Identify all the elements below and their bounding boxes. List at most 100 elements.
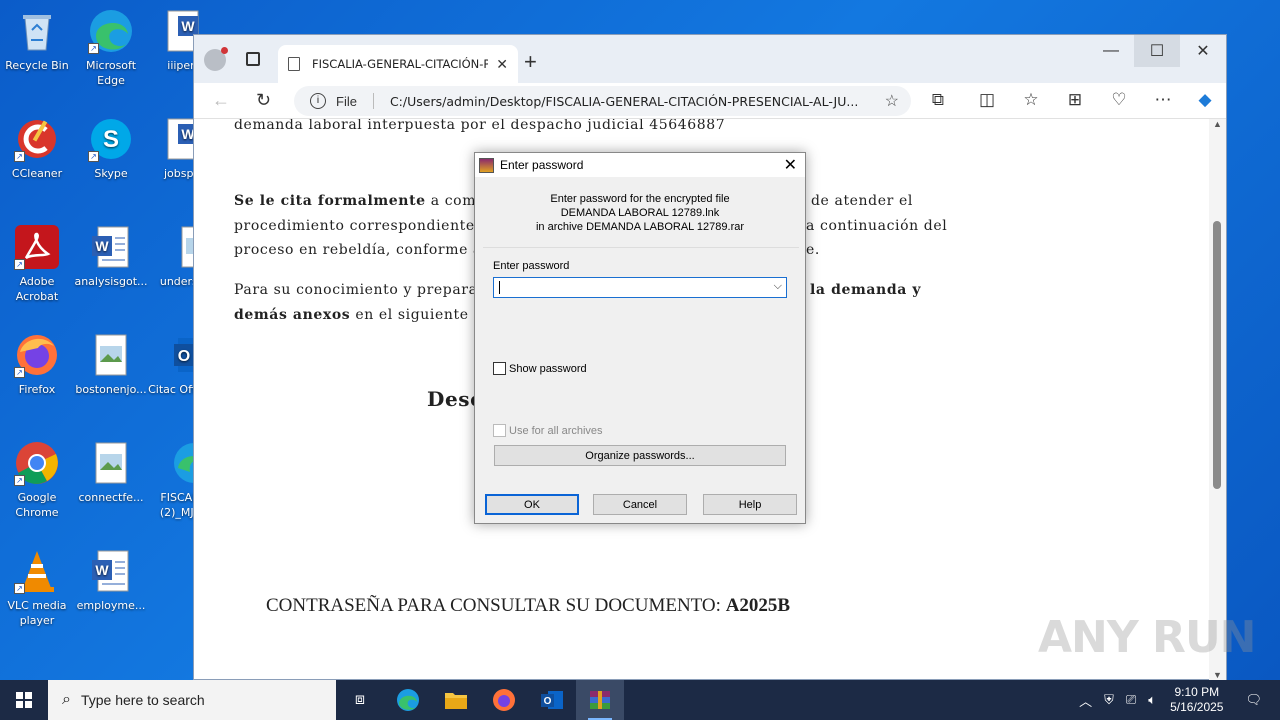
task-view-icon: ⧈	[354, 691, 366, 708]
more-menu-icon[interactable]: ⋯	[1152, 90, 1174, 110]
ok-button[interactable]: OK	[485, 494, 579, 515]
new-tab-plus-icon[interactable]: +	[524, 49, 537, 75]
network-icon[interactable]: ⎚	[1126, 692, 1136, 708]
extensions-icon[interactable]: ⧉	[927, 90, 949, 110]
shortcut-arrow-icon: ↗	[14, 583, 25, 594]
taskbar-edge[interactable]	[384, 680, 432, 720]
browser-essentials-icon[interactable]: ♡	[1108, 90, 1130, 110]
task-view-button[interactable]: ⧈	[336, 680, 384, 720]
taskbar-search-box[interactable]: ⌕ Type here to search	[48, 680, 336, 720]
doc-text: CONTRASEÑA PARA CONSULTAR SU DOCUMENTO:	[266, 595, 721, 616]
address-toolbar: ← ↻ i File C:/Users/admin/Desktop/FISCAL…	[194, 83, 1226, 119]
divider	[372, 93, 374, 109]
taskbar-file-explorer[interactable]	[432, 680, 480, 720]
notifications-icon[interactable]: 🗨︎	[1245, 692, 1262, 708]
minimize-button[interactable]: —	[1088, 35, 1134, 67]
desktop-icon-recycle-bin[interactable]: Recycle Bin	[0, 8, 74, 73]
vertical-scrollbar[interactable]: ▲ ▼	[1209, 119, 1226, 680]
password-group: Enter password ⌵ Show password Use for a…	[483, 247, 799, 480]
info-icon[interactable]: i	[310, 93, 326, 109]
show-password-checkbox[interactable]: Show password	[493, 362, 587, 375]
password-input[interactable]: ⌵	[493, 277, 787, 298]
profile-avatar-icon[interactable]	[204, 47, 228, 71]
desktop-icon-bostonenjo[interactable]: bostonenjo...	[74, 332, 148, 397]
desktop-icon-google-chrome[interactable]: ↗ Google Chrome	[0, 440, 74, 520]
desktop-icon-analysisgot[interactable]: W analysisgot...	[74, 224, 148, 289]
desktop-icon-connectfe[interactable]: connectfe...	[74, 440, 148, 505]
shortcut-arrow-icon: ↗	[14, 259, 25, 270]
system-tray: ︿ ⛨ ⎚ 🔈︎ 9:10 PM 5/16/2025 🗨︎	[1073, 680, 1280, 720]
start-button[interactable]	[0, 680, 48, 720]
close-window-button[interactable]: ✕	[1180, 35, 1226, 67]
winrar-icon	[479, 157, 494, 173]
scroll-down-icon[interactable]: ▼	[1213, 670, 1222, 680]
desktop-icon-label: VLC media player	[7, 599, 67, 627]
desktop-icon-label: CCleaner	[11, 167, 63, 180]
dialog-close-icon[interactable]: ✕	[784, 155, 797, 175]
desktop-icon-microsoft-edge[interactable]: ↗ Microsoft Edge	[74, 8, 148, 88]
desktop-icon-label: Skype	[94, 167, 128, 180]
use-for-all-archives-checkbox[interactable]: Use for all archives	[493, 424, 603, 437]
back-arrow-icon[interactable]: ←	[212, 90, 230, 111]
shortcut-arrow-icon: ↗	[14, 475, 25, 486]
chrome-icon: ↗	[14, 440, 60, 486]
collections-icon[interactable]: ⊞	[1064, 90, 1086, 110]
dialog-title: Enter password	[500, 158, 584, 172]
security-icon[interactable]: ⛨	[1104, 692, 1114, 708]
checkbox-box[interactable]	[493, 362, 506, 375]
scroll-up-icon[interactable]: ▲	[1213, 119, 1222, 129]
maximize-button[interactable]: ☐	[1134, 35, 1180, 67]
desktop-icon-adobe-acrobat[interactable]: ↗ Adobe Acrobat	[0, 224, 74, 304]
favorite-star-icon[interactable]: ☆	[885, 91, 899, 111]
organize-passwords-button[interactable]: Organize passwords...	[494, 445, 786, 466]
image-file-icon	[88, 332, 134, 378]
desktop-icon-ccleaner[interactable]: ↗ CCleaner	[0, 116, 74, 181]
shortcut-arrow-icon: ↗	[14, 367, 25, 378]
doc-bold-text: demás anexos	[234, 307, 351, 323]
doc-bold-text: la demanda y	[810, 282, 922, 298]
firefox-icon	[493, 689, 515, 711]
password-label: Enter password	[493, 260, 570, 272]
desktop-icon-skype[interactable]: S ↗ Skype	[74, 116, 148, 181]
scrollbar-thumb[interactable]	[1213, 221, 1221, 489]
taskbar-outlook[interactable]: O	[528, 680, 576, 720]
doc-line: demás anexos en el siguiente es	[234, 303, 490, 328]
doc-line: proceso en rebeldía, conforme a	[234, 238, 482, 263]
tab-actions-icon[interactable]	[246, 52, 260, 66]
clock[interactable]: 9:10 PM 5/16/2025	[1170, 685, 1223, 715]
refresh-icon[interactable]: ↻	[256, 90, 271, 111]
taskbar-winrar[interactable]	[576, 680, 624, 720]
checkbox-box[interactable]	[493, 424, 506, 437]
copilot-icon[interactable]: ◆	[1194, 90, 1216, 110]
doc-line: Se le cita formalmente a comp	[234, 189, 486, 214]
desktop-icon-label: Microsoft Edge	[85, 59, 137, 87]
doc-text: demanda laboral interpuesta por el despa…	[234, 119, 726, 133]
edge-icon	[397, 689, 419, 711]
volume-icon[interactable]: 🔈︎	[1148, 692, 1156, 708]
doc-text: procedimiento correspondiente.	[234, 218, 480, 234]
chevron-up-icon[interactable]: ︿	[1079, 691, 1092, 710]
tab-fiscalia-document[interactable]: FISCALIA-GENERAL-CITACIÓN-P ✕	[278, 45, 518, 83]
outlook-icon: O	[541, 691, 563, 709]
svg-text:O: O	[178, 348, 190, 365]
winrar-icon	[590, 691, 610, 709]
search-placeholder: Type here to search	[80, 692, 205, 708]
search-icon: ⌕	[62, 691, 71, 708]
recycle-bin-icon	[14, 8, 60, 54]
doc-line: Para su conocimiento y preparac	[234, 278, 486, 303]
taskbar-firefox[interactable]	[480, 680, 528, 720]
chevron-down-icon[interactable]: ⌵	[774, 280, 782, 293]
doc-line: demanda laboral interpuesta por el despa…	[234, 119, 725, 138]
desktop-icon-label: Firefox	[18, 383, 56, 396]
desktop-icon-vlc[interactable]: ↗ VLC media player	[0, 548, 74, 628]
desktop-icon-employme[interactable]: W employme...	[74, 548, 148, 613]
address-bar[interactable]: i File C:/Users/admin/Desktop/FISCALIA-G…	[294, 86, 911, 116]
tab-close-icon[interactable]: ✕	[496, 56, 508, 73]
desktop-icon-firefox[interactable]: ↗ Firefox	[0, 332, 74, 397]
doc-line: de atender el	[811, 189, 913, 214]
firefox-icon: ↗	[14, 332, 60, 378]
cancel-button[interactable]: Cancel	[593, 494, 687, 515]
favorites-icon[interactable]: ☆	[1020, 90, 1042, 110]
split-screen-icon[interactable]: ◫	[976, 90, 998, 110]
help-button[interactable]: Help	[703, 494, 797, 515]
